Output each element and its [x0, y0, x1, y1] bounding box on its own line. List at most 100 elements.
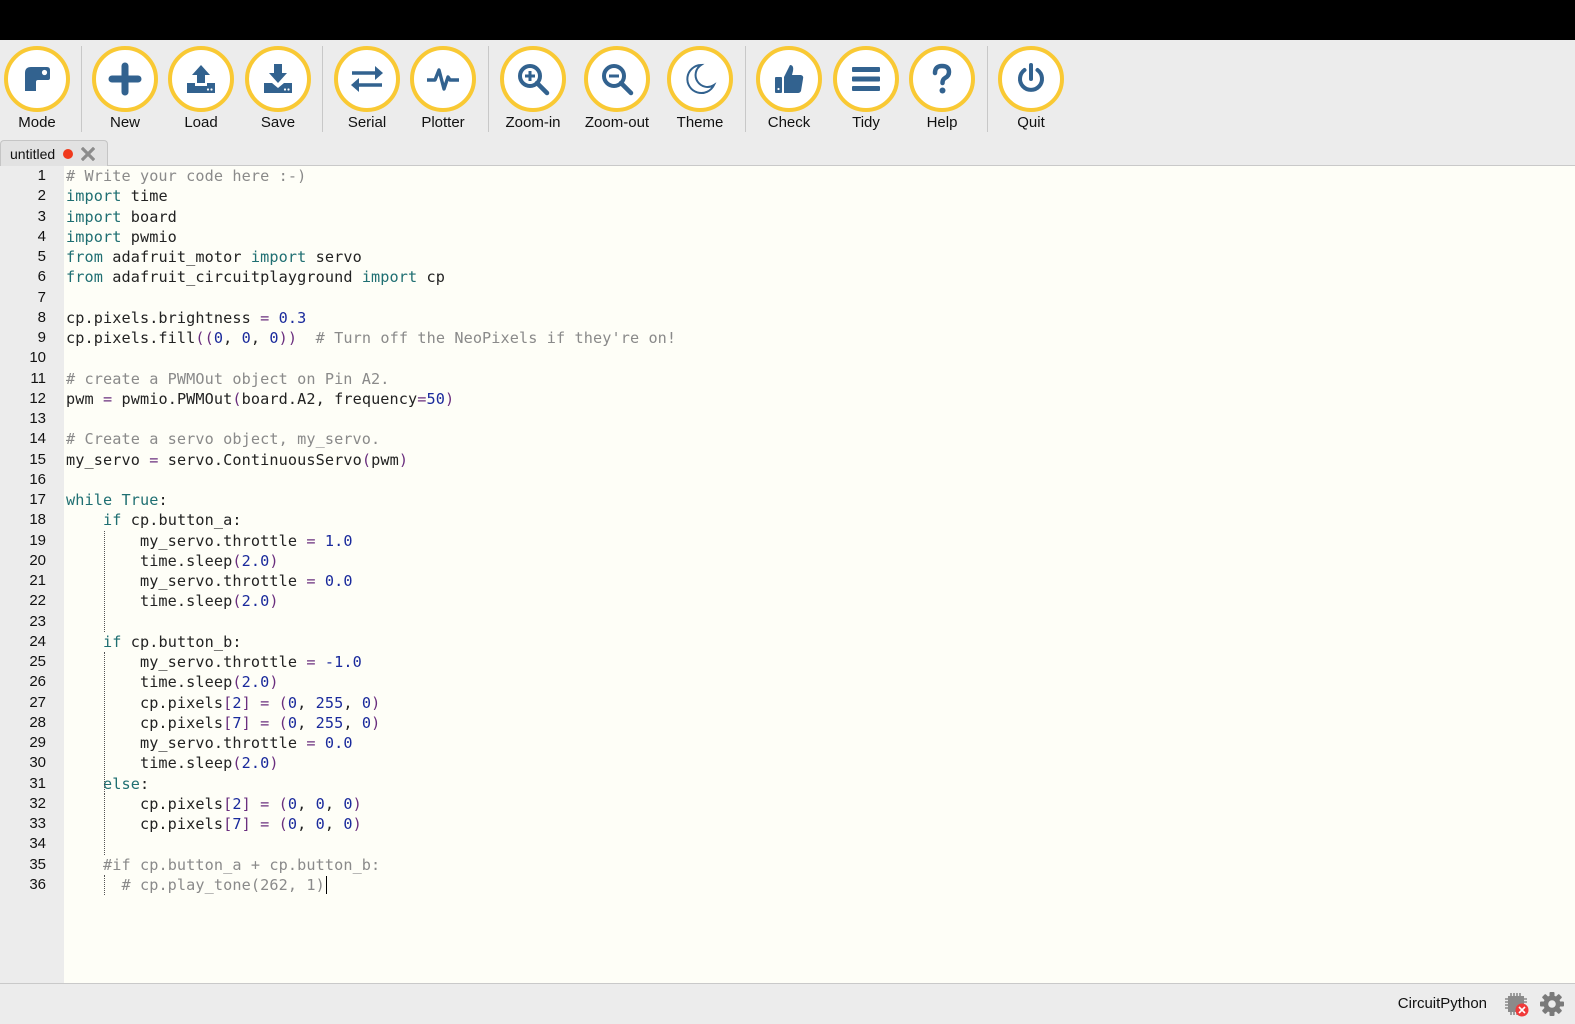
gear-icon[interactable] — [1539, 991, 1565, 1017]
code-line[interactable]: 35 #if cp.button_a + cp.button_b: — [0, 855, 1575, 875]
code-line[interactable]: 30 time.sleep(2.0) — [0, 753, 1575, 773]
code-text[interactable]: cp.pixels[7] = (0, 255, 0) — [66, 713, 380, 733]
new-button[interactable]: New — [87, 46, 163, 136]
zoom-out-button[interactable]: Zoom-out — [579, 46, 655, 136]
help-label: Help — [926, 114, 958, 131]
code-line[interactable]: 17 while True: — [0, 490, 1575, 510]
code-text[interactable]: from adafruit_motor import servo — [66, 247, 362, 267]
code-text[interactable]: cp.pixels[7] = (0, 0, 0) — [66, 814, 362, 834]
code-text[interactable]: # Write your code here :-) — [66, 166, 306, 186]
code-text[interactable]: my_servo.throttle = 0.0 — [66, 571, 353, 591]
code-text[interactable]: cp.pixels.brightness = 0.3 — [66, 308, 306, 328]
code-text[interactable]: my_servo.throttle = 1.0 — [66, 531, 353, 551]
plotter-button[interactable]: Plotter — [405, 46, 481, 136]
mode-label[interactable]: CircuitPython — [1398, 995, 1487, 1012]
code-line[interactable]: 19 my_servo.throttle = 1.0 — [0, 531, 1575, 551]
line-number: 10 — [29, 349, 46, 367]
code-text[interactable]: else: — [66, 774, 149, 794]
code-line[interactable]: 25 my_servo.throttle = -1.0 — [0, 652, 1575, 672]
code-line[interactable]: 8 cp.pixels.brightness = 0.3 — [0, 308, 1575, 328]
code-text[interactable]: import time — [66, 186, 168, 206]
quit-button[interactable]: Quit — [993, 46, 1069, 136]
python-mode-icon — [4, 46, 70, 112]
code-line[interactable]: 13 — [0, 409, 1575, 429]
code-line[interactable]: 15 my_servo = servo.ContinuousServo(pwm) — [0, 450, 1575, 470]
indent-guide — [104, 530, 105, 632]
code-line[interactable]: 32 cp.pixels[2] = (0, 0, 0) — [0, 794, 1575, 814]
code-text[interactable]: my_servo.throttle = -1.0 — [66, 652, 362, 672]
code-line[interactable]: 7 — [0, 288, 1575, 308]
code-line[interactable]: 22 time.sleep(2.0) — [0, 591, 1575, 611]
code-editor[interactable]: 1 # Write your code here :-) 2 import time 3… — [0, 166, 1575, 983]
code-text[interactable]: my_servo.throttle = 0.0 — [66, 733, 353, 753]
code-text[interactable]: while True: — [66, 490, 168, 510]
code-text[interactable]: time.sleep(2.0) — [66, 551, 279, 571]
code-line[interactable]: 5 from adafruit_motor import servo — [0, 247, 1575, 267]
tidy-button[interactable]: Tidy — [828, 46, 904, 136]
code-line[interactable]: 31 else: — [0, 774, 1575, 794]
code-text[interactable]: #if cp.button_a + cp.button_b: — [66, 855, 380, 875]
code-text[interactable]: my_servo = servo.ContinuousServo(pwm) — [66, 450, 408, 470]
code-line[interactable]: 12 pwm = pwmio.PWMOut(board.A2, frequency… — [0, 389, 1575, 409]
code-line[interactable]: 33 cp.pixels[7] = (0, 0, 0) — [0, 814, 1575, 834]
zoom-in-button[interactable]: Zoom-in — [495, 46, 571, 136]
help-button[interactable]: Help — [904, 46, 980, 136]
code-text[interactable]: import pwmio — [66, 227, 177, 247]
code-line[interactable]: 4 import pwmio — [0, 227, 1575, 247]
code-line[interactable]: 11 # create a PWMOut object on Pin A2. — [0, 369, 1575, 389]
tab-untitled[interactable]: untitled — [0, 140, 108, 166]
code-text[interactable]: cp.pixels[2] = (0, 0, 0) — [66, 794, 362, 814]
line-number: 36 — [29, 875, 46, 893]
code-line[interactable]: 28 cp.pixels[7] = (0, 255, 0) — [0, 713, 1575, 733]
chip-disconnected-icon[interactable] — [1503, 991, 1529, 1017]
code-line[interactable]: 1 # Write your code here :-) — [0, 166, 1575, 186]
code-line[interactable]: 10 — [0, 348, 1575, 368]
code-text[interactable]: cp.pixels[2] = (0, 255, 0) — [66, 693, 380, 713]
tidy-label: Tidy — [852, 114, 880, 131]
code-line[interactable]: 9 cp.pixels.fill((0, 0, 0)) # Turn off th… — [0, 328, 1575, 348]
code-line[interactable]: 34 — [0, 834, 1575, 854]
line-number: 14 — [29, 430, 46, 448]
code-line[interactable]: 2 import time — [0, 186, 1575, 206]
power-icon — [998, 46, 1064, 112]
save-label: Save — [260, 114, 296, 131]
code-line[interactable]: 29 my_servo.throttle = 0.0 — [0, 733, 1575, 753]
code-line[interactable]: 36 # cp.play_tone(262, 1) — [0, 875, 1575, 895]
serial-button[interactable]: Serial — [329, 46, 405, 136]
load-button[interactable]: Load — [163, 46, 239, 136]
check-button[interactable]: Check — [751, 46, 827, 136]
code-text[interactable]: from adafruit_circuitplayground import c… — [66, 267, 445, 287]
code-text[interactable]: time.sleep(2.0) — [66, 753, 279, 773]
code-text[interactable]: time.sleep(2.0) — [66, 591, 279, 611]
close-tab-icon[interactable] — [80, 146, 96, 162]
mode-button[interactable]: Mode — [0, 46, 75, 136]
code-text[interactable]: pwm = pwmio.PWMOut(board.A2, frequency=5… — [66, 389, 454, 409]
code-text[interactable]: # cp.play_tone(262, 1) — [66, 875, 328, 895]
save-button[interactable]: Save — [240, 46, 316, 136]
code-line[interactable]: 26 time.sleep(2.0) — [0, 672, 1575, 692]
code-text[interactable]: if cp.button_b: — [66, 632, 242, 652]
code-line[interactable]: 18 if cp.button_a: — [0, 510, 1575, 530]
code-line[interactable]: 6 from adafruit_circuitplayground import … — [0, 267, 1575, 287]
theme-button[interactable]: Theme — [662, 46, 738, 136]
code-line[interactable]: 23 — [0, 612, 1575, 632]
code-line[interactable]: 21 my_servo.throttle = 0.0 — [0, 571, 1575, 591]
code-line[interactable]: 16 — [0, 470, 1575, 490]
code-text[interactable]: # create a PWMOut object on Pin A2. — [66, 369, 390, 389]
code-line[interactable]: 24 if cp.button_b: — [0, 632, 1575, 652]
code-text[interactable]: cp.pixels.fill((0, 0, 0)) # Turn off the… — [66, 328, 676, 348]
code-text[interactable]: import board — [66, 207, 177, 227]
code-line[interactable]: 3 import board — [0, 207, 1575, 227]
code-text[interactable]: if cp.button_a: — [66, 510, 242, 530]
line-number: 20 — [29, 551, 46, 569]
code-text[interactable]: time.sleep(2.0) — [66, 672, 279, 692]
line-number: 4 — [37, 227, 46, 245]
line-number: 3 — [37, 207, 46, 225]
code-line[interactable]: 20 time.sleep(2.0) — [0, 551, 1575, 571]
line-number: 9 — [37, 329, 46, 346]
line-number: 25 — [29, 653, 46, 670]
code-text[interactable]: # Create a servo object, my_servo. — [66, 429, 380, 449]
code-line[interactable]: 27 cp.pixels[2] = (0, 255, 0) — [0, 693, 1575, 713]
code-line[interactable]: 14 # Create a servo object, my_servo. — [0, 429, 1575, 449]
line-number: 8 — [37, 308, 46, 326]
